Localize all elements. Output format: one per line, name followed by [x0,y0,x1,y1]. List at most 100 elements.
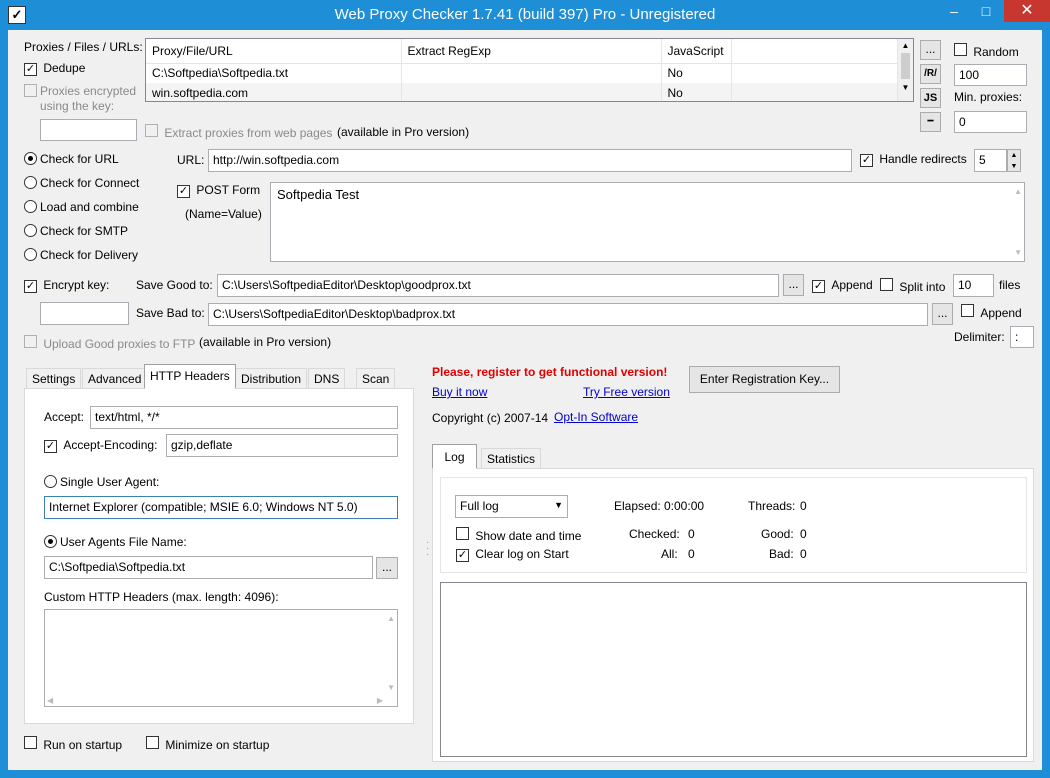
mode-radio-url[interactable]: Check for URL [24,152,119,168]
mode-radio-load[interactable]: Load and combine [24,200,139,216]
accept-encoding-checkbox[interactable]: ✓ Accept-Encoding: [44,438,157,453]
log-mode-select[interactable]: Full log ▼ [455,495,568,518]
single-user-agent-input[interactable]: Internet Explorer (compatible; MSIE 6.0;… [44,496,398,519]
append-good-checkbox[interactable]: ✓ Append [812,278,873,293]
encrypted-checkbox[interactable] [24,84,37,100]
tab-http-headers[interactable]: HTTP Headers [144,364,236,389]
column-header[interactable]: JavaScript [661,39,732,64]
spin-up-icon[interactable]: ▲ [1008,150,1020,161]
log-output[interactable] [440,582,1027,757]
accept-input[interactable]: text/html, */* [90,406,398,429]
remove-button[interactable]: ━ [920,112,941,132]
log-options: Full log ▼ Elapsed: 0:00:00 Threads: 0 S… [440,477,1027,573]
dedupe-checkbox[interactable]: ✓ Dedupe [24,61,85,76]
proxy-list-scrollbar[interactable]: ▲ ▼ [897,39,913,101]
column-header[interactable]: Proxy/File/URL [146,39,402,64]
run-on-startup-checkbox[interactable]: Run on startup [24,736,122,752]
log-panel: Full log ▼ Elapsed: 0:00:00 Threads: 0 S… [432,468,1034,762]
scroll-right-icon[interactable]: ▶ [377,696,383,705]
tab-distribution[interactable]: Distribution [235,368,308,389]
scroll-up-icon[interactable]: ▲ [1014,187,1022,196]
save-bad-input[interactable]: C:\Users\SoftpediaEditor\Desktop\badprox… [208,303,928,326]
tab-advanced[interactable]: Advanced [82,368,148,389]
tab-settings[interactable]: Settings [26,368,82,389]
close-button[interactable]: ✕ [1004,0,1050,22]
post-form-checkbox[interactable]: ✓ POST Form [177,183,260,198]
enter-registration-key-button[interactable]: Enter Registration Key... [689,366,840,393]
scroll-down-icon[interactable]: ▼ [898,79,913,97]
try-free-link[interactable]: Try Free version [583,385,670,399]
proxy-list[interactable]: Proxy/File/URL Extract RegExp JavaScript… [145,38,914,102]
regexp-button[interactable]: /R/ [920,64,941,84]
redirects-input[interactable]: 5 [974,149,1007,172]
tab-log[interactable]: Log [432,444,477,469]
mode-radio-smtp[interactable]: Check for SMTP [24,224,128,240]
encryption-key-input[interactable] [40,119,137,141]
scroll-up-icon[interactable]: ▲ [387,614,395,623]
clear-log-checkbox[interactable]: ✓ Clear log on Start [456,547,569,562]
show-date-checkbox[interactable]: Show date and time [456,527,581,543]
chevron-down-icon: ▼ [554,500,563,510]
user-agents-browse-button[interactable]: ... [376,557,398,579]
table-cell: win.softpedia.com [146,83,402,101]
scroll-left-icon[interactable]: ◀ [47,696,53,705]
url-input[interactable]: http://win.softpedia.com [208,149,852,172]
user-agents-file-input[interactable]: C:\Softpedia\Softpedia.txt [44,556,373,579]
scroll-up-icon[interactable]: ▲ [898,39,913,53]
save-bad-label: Save Bad to: [136,306,205,320]
minimize-button[interactable]: – [940,0,968,22]
column-header-filler [731,39,901,64]
encrypt-key-input[interactable] [40,302,129,325]
column-header[interactable]: Extract RegExp [401,39,662,64]
random-checkbox[interactable]: Random [954,43,1019,59]
copyright-text: Copyright (c) 2007-14 [432,411,549,425]
good-value: 0 [800,527,807,541]
company-link[interactable]: Opt-In Software [554,410,638,424]
tab-scan[interactable]: Scan [356,368,396,389]
javascript-button[interactable]: JS [920,88,941,108]
save-good-browse-button[interactable]: ... [783,274,804,296]
files-label: files [999,278,1021,292]
pro-version-note: (available in Pro version) [337,125,470,139]
maximize-button[interactable]: □ [972,0,1000,22]
handle-redirects-checkbox[interactable]: ✓ Handle redirects [860,152,967,167]
save-bad-browse-button[interactable]: ... [932,303,953,325]
minimize-on-startup-checkbox[interactable]: Minimize on startup [146,736,269,752]
tab-statistics[interactable]: Statistics [481,448,542,469]
mode-radio-connect[interactable]: Check for Connect [24,176,139,192]
redirects-spinner[interactable]: ▲ ▼ [1007,149,1021,172]
single-user-agent-radio[interactable]: Single User Agent: [44,475,159,491]
threads-label: Threads: [748,499,796,513]
post-form-textarea[interactable]: Softpedia Test ▲ ▼ [270,182,1025,262]
scroll-down-icon[interactable]: ▼ [1014,248,1022,257]
append-bad-checkbox[interactable]: Append [961,304,1022,320]
splitter-handle[interactable]: · · · [426,538,429,560]
mode-radio-delivery[interactable]: Check for Delivery [24,248,138,264]
client-area: Proxies / Files / URLs: ✓ Dedupe Proxies… [8,30,1042,770]
custom-headers-textarea[interactable]: ▲ ▼ ◀ ▶ [44,609,398,707]
scroll-down-icon[interactable]: ▼ [387,683,395,692]
table-cell [401,83,662,101]
min-proxies-input[interactable]: 0 [954,111,1027,133]
save-good-input[interactable]: C:\Users\SoftpediaEditor\Desktop\goodpro… [217,274,779,297]
delimiter-input[interactable]: : [1010,326,1034,348]
buy-now-link[interactable]: Buy it now [432,385,487,399]
random-count-input[interactable]: 100 [954,64,1027,86]
table-row[interactable]: C:\Softpedia\Softpedia.txt No [146,63,901,83]
upload-ftp-checkbox[interactable]: Upload Good proxies to FTP [24,335,195,351]
tab-dns[interactable]: DNS [308,368,346,389]
encrypt-key-checkbox[interactable]: ✓ Encrypt key: [24,278,109,293]
elapsed-label: Elapsed: [614,499,661,513]
table-cell: No [661,83,732,101]
spin-down-icon[interactable]: ▼ [1008,161,1020,172]
table-row[interactable]: win.softpedia.com No [146,83,901,101]
split-count-input[interactable]: 10 [953,274,994,297]
all-label: All: [661,547,678,561]
browse-proxy-button[interactable]: ... [920,40,941,60]
user-agents-file-radio[interactable]: User Agents File Name: [44,535,187,551]
pro-version-note: (available in Pro version) [199,335,332,349]
scroll-thumb[interactable] [901,53,910,79]
accept-encoding-input[interactable]: gzip,deflate [166,434,398,457]
extract-proxies-checkbox[interactable]: Extract proxies from web pages [145,124,332,140]
split-into-checkbox[interactable]: Split into [880,278,945,294]
